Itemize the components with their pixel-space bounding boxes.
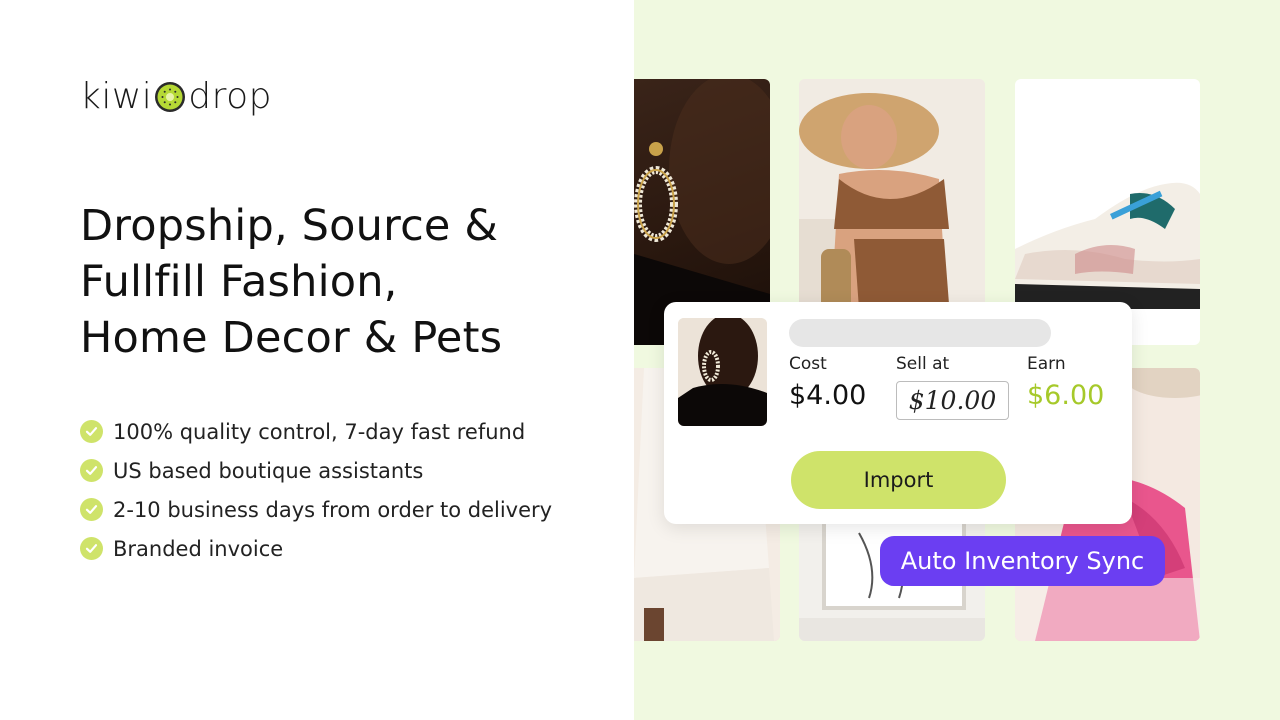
hero-headline: Dropship, Source & Fullfill Fashion, Hom… bbox=[80, 198, 502, 366]
feature-item: Branded invoice bbox=[80, 529, 552, 568]
left-panel: kiwi drop Dropship, Source & Fullfill Fa… bbox=[0, 0, 634, 720]
feature-item: 100% quality control, 7-day fast refund bbox=[80, 412, 552, 451]
kiwidrop-logo[interactable]: kiwi drop bbox=[80, 74, 272, 118]
feature-list: 100% quality control, 7-day fast refund … bbox=[80, 412, 552, 568]
feature-text: 2-10 business days from order to deliver… bbox=[113, 497, 553, 522]
feature-text: Branded invoice bbox=[113, 536, 284, 561]
auto-inventory-sync-badge: Auto Inventory Sync bbox=[880, 536, 1165, 586]
sell-at-label: Sell at bbox=[896, 354, 950, 374]
check-circle-icon bbox=[80, 420, 103, 443]
headline-line-2: Fullfill Fashion, bbox=[80, 257, 398, 307]
feature-item: US based boutique assistants bbox=[80, 451, 552, 490]
product-thumbnail bbox=[678, 318, 767, 426]
feature-text: US based boutique assistants bbox=[113, 458, 424, 483]
import-button[interactable]: Import bbox=[791, 451, 1006, 509]
check-circle-icon bbox=[80, 498, 103, 521]
headline-line-1: Dropship, Source & bbox=[80, 201, 499, 251]
cost-label: Cost bbox=[789, 354, 827, 374]
cost-value: $4.00 bbox=[789, 380, 867, 411]
product-import-card: Cost $4.00 Sell at $10.00 Earn $6.00 Imp… bbox=[664, 302, 1132, 524]
kiwi-fruit-icon bbox=[154, 81, 186, 113]
sell-price-input[interactable]: $10.00 bbox=[896, 381, 1009, 420]
earn-value: $6.00 bbox=[1027, 380, 1105, 411]
feature-item: 2-10 business days from order to deliver… bbox=[80, 490, 552, 529]
earn-label: Earn bbox=[1027, 354, 1066, 374]
feature-text: 100% quality control, 7-day fast refund bbox=[113, 419, 526, 444]
logo-text-right: drop bbox=[188, 75, 273, 117]
check-circle-icon bbox=[80, 459, 103, 482]
check-circle-icon bbox=[80, 537, 103, 560]
headline-line-3: Home Decor & Pets bbox=[80, 313, 503, 363]
product-title-placeholder bbox=[789, 319, 1051, 347]
logo-text-left: kiwi bbox=[80, 75, 153, 117]
